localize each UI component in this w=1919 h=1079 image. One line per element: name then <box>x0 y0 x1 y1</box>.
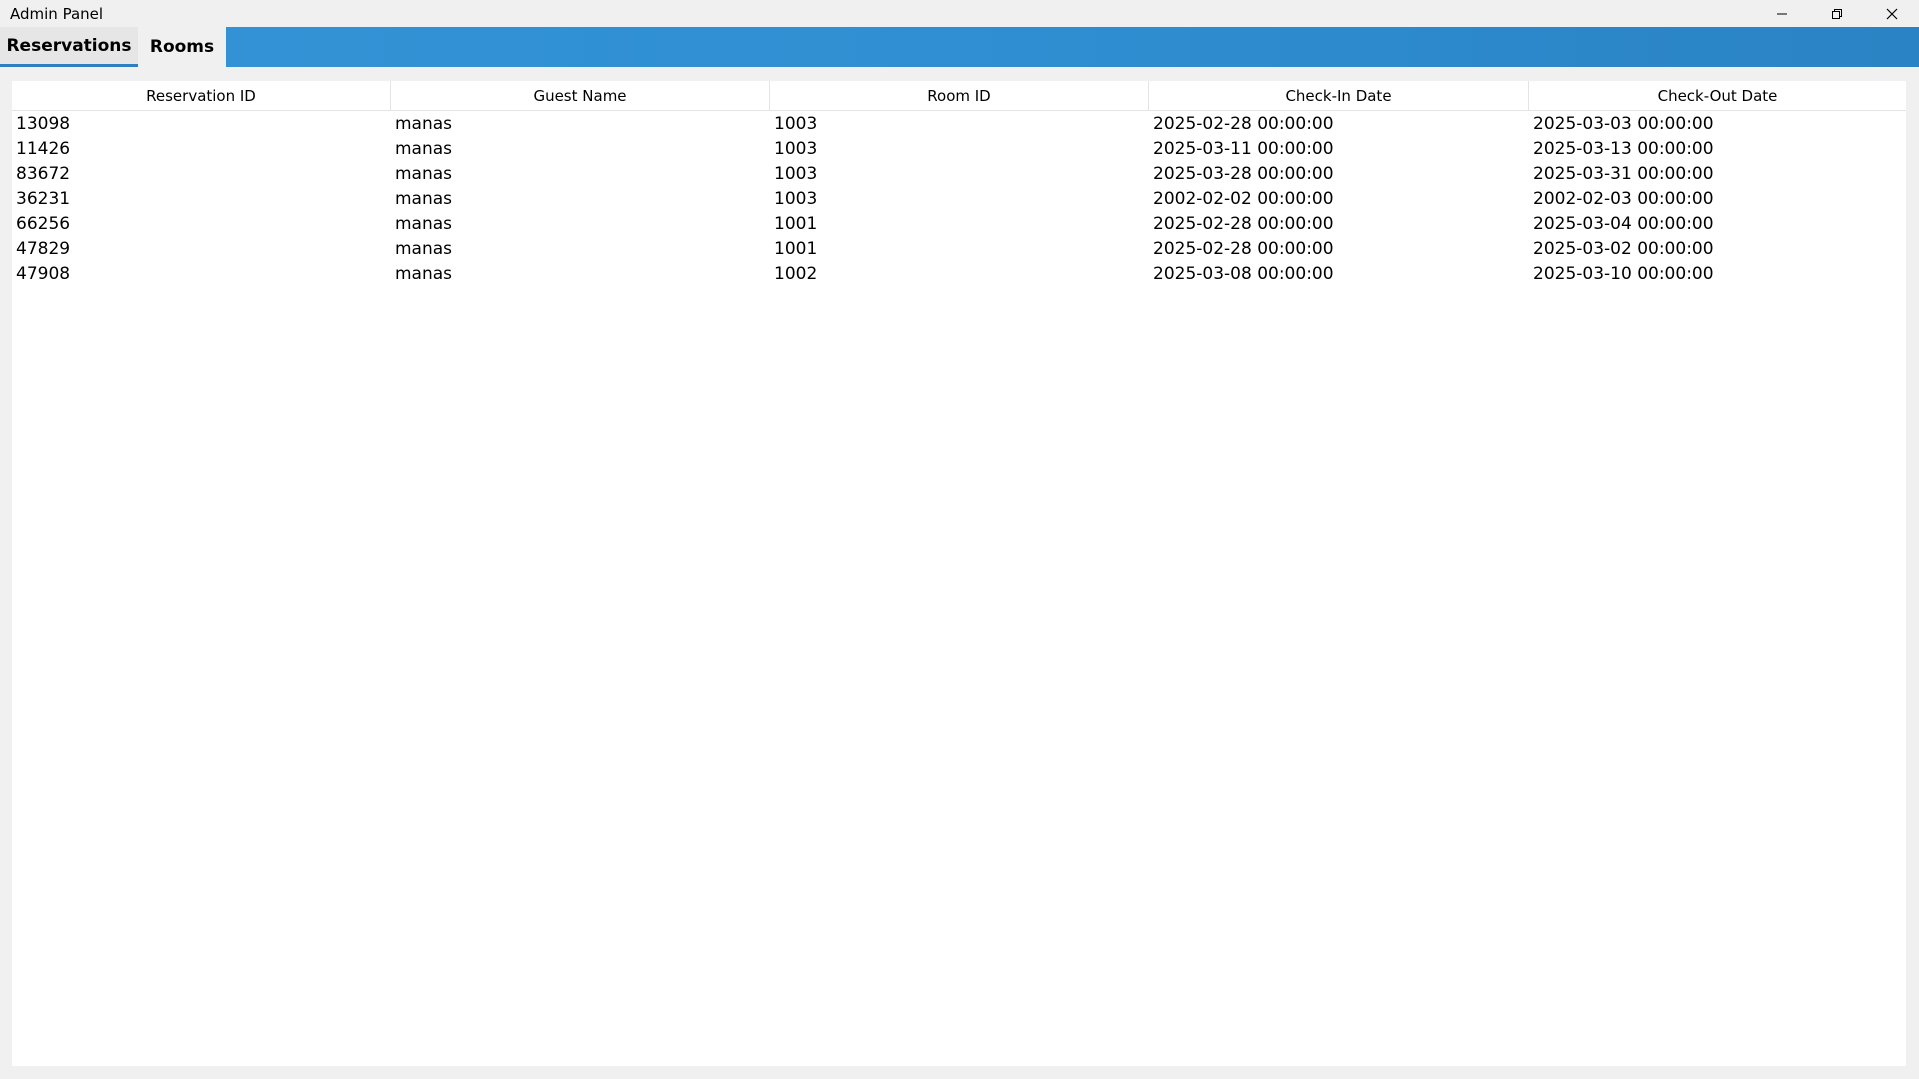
cell-guest-name: manas <box>395 264 453 284</box>
tab-reservations[interactable]: Reservations <box>0 27 138 67</box>
cell-reservation-id: 47829 <box>16 239 71 259</box>
tab-rooms[interactable]: Rooms <box>138 27 226 67</box>
table-row[interactable]: 66256 manas 1001 2025-02-28 00:00:00 202… <box>12 212 1906 237</box>
table-row[interactable]: 11426 manas 1003 2025-03-11 00:00:00 202… <box>12 137 1906 162</box>
cell-check-in-date: 2025-03-11 00:00:00 <box>1153 139 1334 159</box>
tab-bar: Reservations Rooms <box>0 27 1919 67</box>
cell-reservation-id: 83672 <box>16 164 71 184</box>
column-header-room-id[interactable]: Room ID <box>770 81 1149 111</box>
cell-check-in-date: 2025-03-28 00:00:00 <box>1153 164 1334 184</box>
table-row[interactable]: 83672 manas 1003 2025-03-28 00:00:00 202… <box>12 162 1906 187</box>
close-button[interactable] <box>1864 0 1919 27</box>
cell-room-id: 1003 <box>774 114 818 134</box>
column-header-check-out-date[interactable]: Check-Out Date <box>1529 81 1906 111</box>
cell-guest-name: manas <box>395 239 453 259</box>
cell-room-id: 1002 <box>774 264 818 284</box>
cell-check-out-date: 2025-03-13 00:00:00 <box>1533 139 1714 159</box>
cell-reservation-id: 66256 <box>16 214 71 234</box>
table-row[interactable]: 13098 manas 1003 2025-02-28 00:00:00 202… <box>12 112 1906 137</box>
column-header-check-in-date[interactable]: Check-In Date <box>1149 81 1529 111</box>
table-row[interactable]: 47829 manas 1001 2025-02-28 00:00:00 202… <box>12 237 1906 262</box>
cell-check-out-date: 2025-03-03 00:00:00 <box>1533 114 1714 134</box>
cell-check-out-date: 2025-03-10 00:00:00 <box>1533 264 1714 284</box>
cell-check-out-date: 2025-03-04 00:00:00 <box>1533 214 1714 234</box>
cell-check-out-date: 2002-02-03 00:00:00 <box>1533 189 1714 209</box>
cell-guest-name: manas <box>395 214 453 234</box>
close-icon <box>1886 8 1898 19</box>
cell-room-id: 1001 <box>774 214 818 234</box>
cell-room-id: 1001 <box>774 239 818 259</box>
table-header: Reservation ID Guest Name Room ID Check-… <box>12 81 1906 111</box>
window-title: Admin Panel <box>10 5 104 23</box>
cell-guest-name: manas <box>395 164 453 184</box>
cell-check-in-date: 2025-02-28 00:00:00 <box>1153 114 1334 134</box>
cell-reservation-id: 47908 <box>16 264 71 284</box>
cell-guest-name: manas <box>395 189 453 209</box>
cell-check-in-date: 2025-03-08 00:00:00 <box>1153 264 1334 284</box>
table-row[interactable]: 36231 manas 1003 2002-02-02 00:00:00 200… <box>12 187 1906 212</box>
cell-check-in-date: 2002-02-02 00:00:00 <box>1153 189 1334 209</box>
cell-check-in-date: 2025-02-28 00:00:00 <box>1153 214 1334 234</box>
restore-icon <box>1832 8 1842 19</box>
cell-check-in-date: 2025-02-28 00:00:00 <box>1153 239 1334 259</box>
table-body: 13098 manas 1003 2025-02-28 00:00:00 202… <box>12 112 1906 287</box>
restore-button[interactable] <box>1809 0 1865 27</box>
cell-check-out-date: 2025-03-31 00:00:00 <box>1533 164 1714 184</box>
cell-reservation-id: 36231 <box>16 189 71 209</box>
cell-check-out-date: 2025-03-02 00:00:00 <box>1533 239 1714 259</box>
reservations-table[interactable]: Reservation ID Guest Name Room ID Check-… <box>12 81 1906 1066</box>
cell-room-id: 1003 <box>774 164 818 184</box>
table-row[interactable]: 47908 manas 1002 2025-03-08 00:00:00 202… <box>12 262 1906 287</box>
title-bar: Admin Panel <box>0 0 1919 27</box>
minimize-icon <box>1777 13 1787 14</box>
cell-room-id: 1003 <box>774 189 818 209</box>
minimize-button[interactable] <box>1754 0 1810 27</box>
cell-room-id: 1003 <box>774 139 818 159</box>
cell-guest-name: manas <box>395 114 453 134</box>
column-header-reservation-id[interactable]: Reservation ID <box>12 81 391 111</box>
cell-reservation-id: 13098 <box>16 114 71 134</box>
app-window: Admin Panel Reservations Rooms Reservati… <box>0 0 1919 1079</box>
cell-guest-name: manas <box>395 139 453 159</box>
column-header-guest-name[interactable]: Guest Name <box>391 81 770 111</box>
cell-reservation-id: 11426 <box>16 139 71 159</box>
